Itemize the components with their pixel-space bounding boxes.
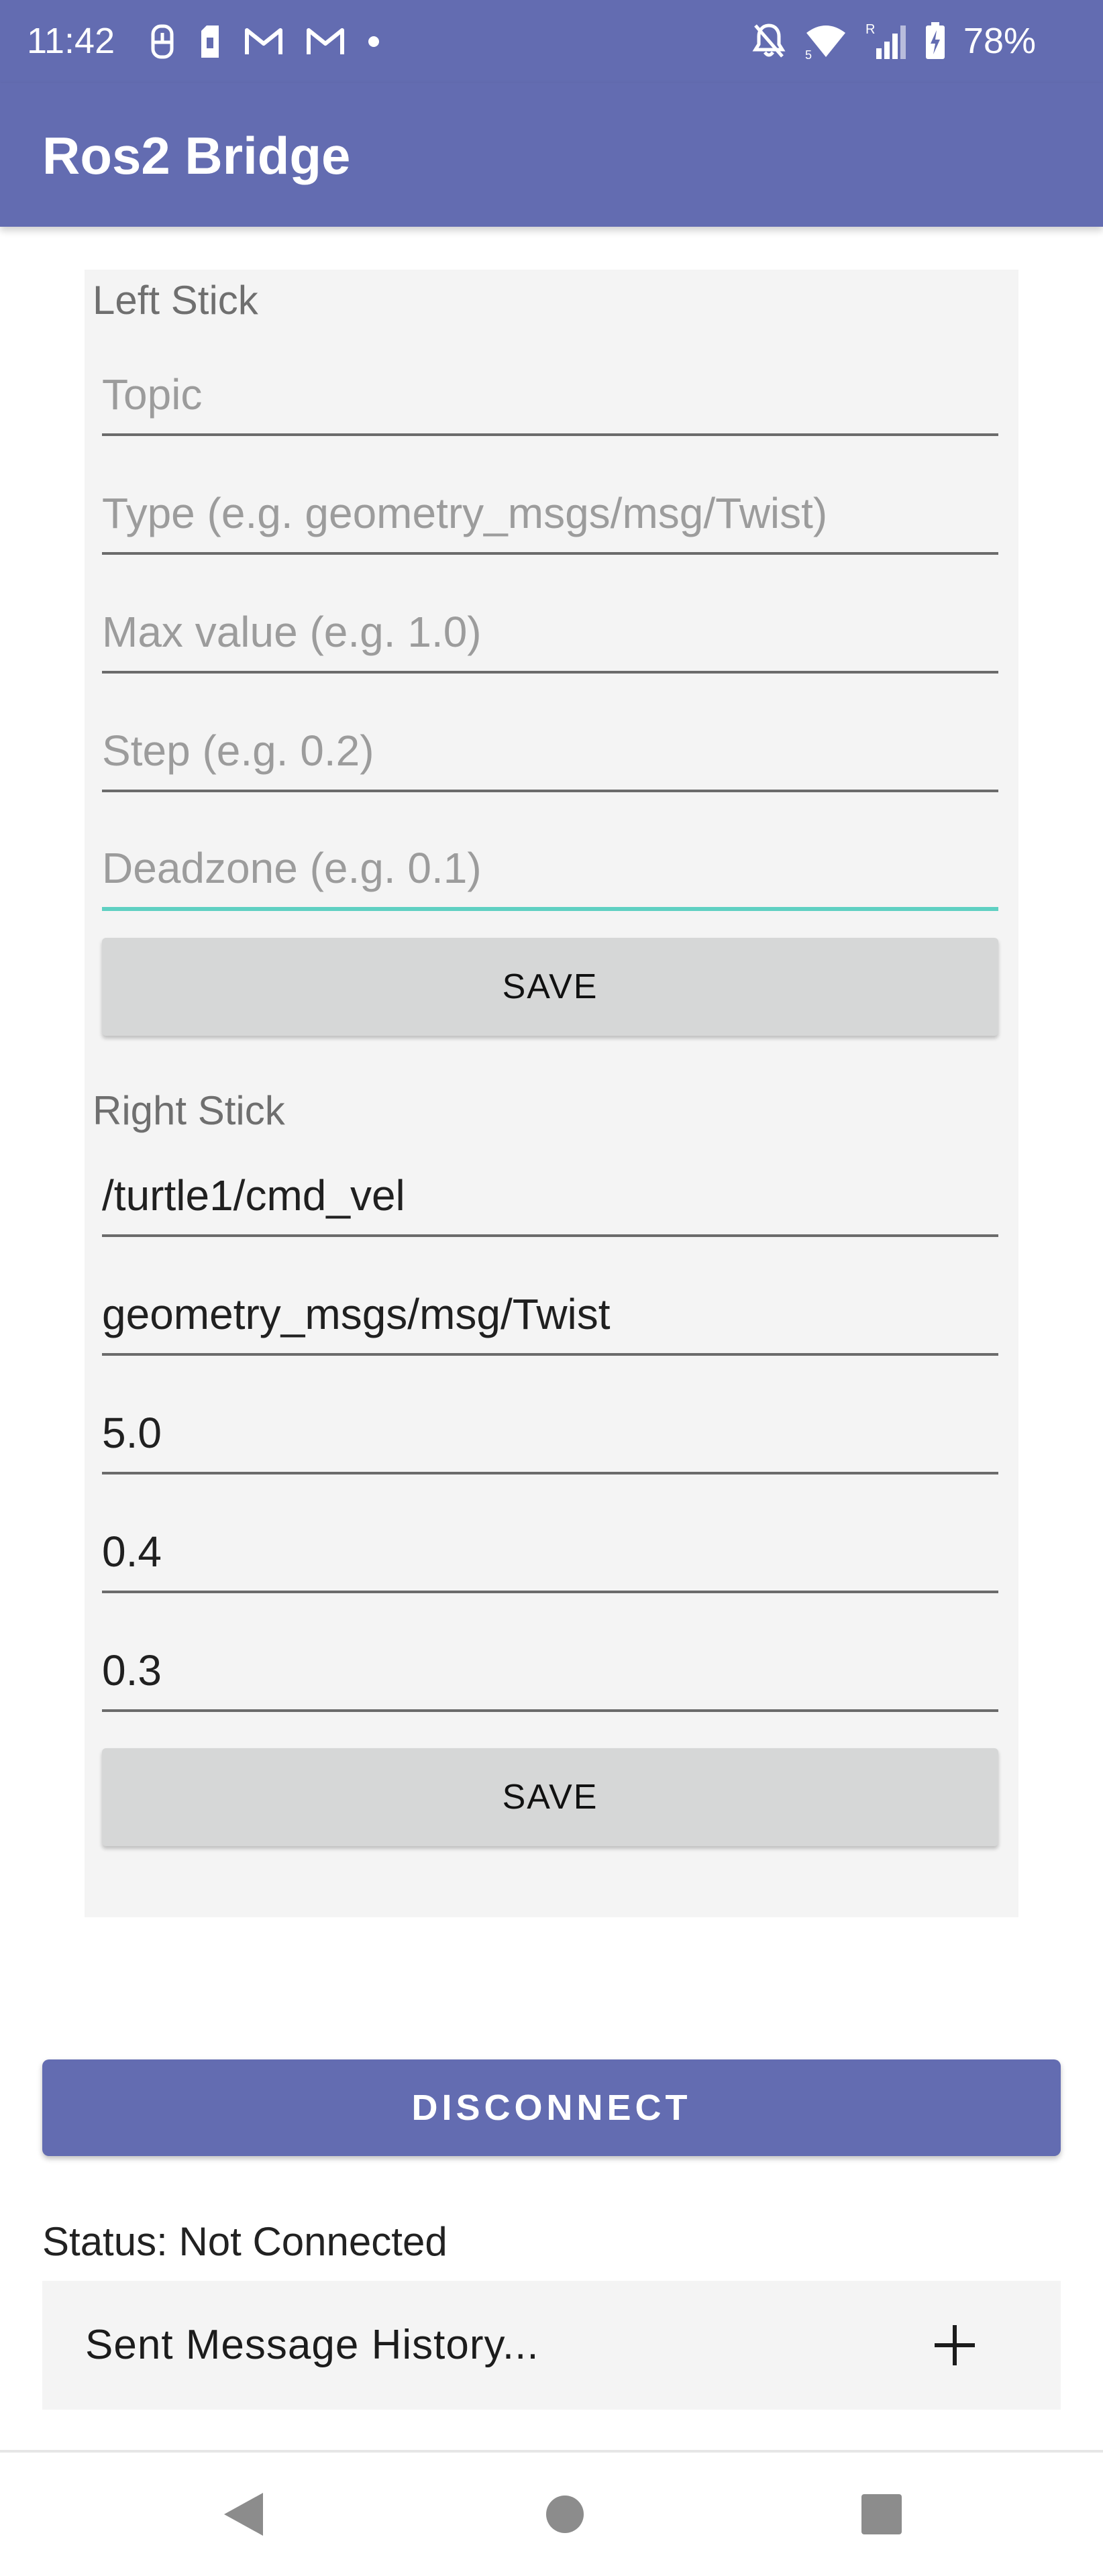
system-nav-bar [0,2450,1103,2576]
usb-icon [151,24,174,59]
right-stick-save-button[interactable]: SAVE [102,1748,998,1846]
svg-text:5: 5 [805,48,812,60]
recents-icon[interactable] [861,2494,902,2534]
right-type-input[interactable]: geometry_msgs/msg/Twist [102,1281,998,1356]
left-type-placeholder: Type (e.g. geometry_msgs/msg/Twist) [102,489,828,537]
left-step-placeholder: Step (e.g. 0.2) [102,727,374,775]
stick-config-panel: Left Stick Topic Type (e.g. geometry_msg… [85,270,1018,1917]
message-history-panel[interactable]: Sent Message History... [42,2281,1061,2410]
wifi-icon: 5 [805,25,845,60]
left-max-value-placeholder: Max value (e.g. 1.0) [102,608,482,656]
home-icon[interactable] [545,2494,585,2534]
left-stick-save-button[interactable]: SAVE [102,938,998,1036]
sim-icon [201,25,219,58]
disconnect-button[interactable]: DISCONNECT [42,2059,1061,2156]
left-max-value-input[interactable]: Max value (e.g. 1.0) [102,598,998,674]
gmail-icon [307,28,344,54]
app-screen: 11:42 5 R 78% Ros2 Bridge Left Stick Top… [0,0,1103,2576]
right-topic-input[interactable]: /turtle1/cmd_vel [102,1162,998,1237]
left-deadzone-placeholder: Deadzone (e.g. 0.1) [102,844,482,892]
left-step-input[interactable]: Step (e.g. 0.2) [102,717,998,792]
status-bar: 11:42 5 R 78% [0,0,1103,83]
left-type-input[interactable]: Type (e.g. geometry_msgs/msg/Twist) [102,480,998,555]
left-stick-label: Left Stick [93,278,258,323]
right-deadzone-input[interactable]: 0.3 [102,1637,998,1712]
right-topic-value: /turtle1/cmd_vel [102,1171,405,1220]
app-title: Ros2 Bridge [42,126,351,185]
status-time: 11:42 [27,21,115,61]
left-topic-input[interactable]: Topic [102,361,998,436]
left-deadzone-input[interactable]: Deadzone (e.g. 0.1) [102,836,998,911]
right-step-input[interactable]: 0.4 [102,1518,998,1593]
right-max-value-input[interactable]: 5.0 [102,1399,998,1474]
battery-percent: 78% [963,21,1036,61]
notifications-off-icon [752,23,786,58]
status-icons-left [149,20,380,63]
right-stick-label: Right Stick [93,1088,285,1133]
right-deadzone-value: 0.3 [102,1646,162,1695]
gmail-icon [245,28,282,54]
connection-status: Status: Not Connected [42,2219,448,2264]
left-topic-placeholder: Topic [102,370,203,419]
plus-icon[interactable] [932,2322,978,2368]
message-history-label: Sent Message History... [85,2322,539,2368]
app-bar: Ros2 Bridge [0,83,1103,227]
right-type-value: geometry_msgs/msg/Twist [102,1290,611,1338]
battery-charging-icon [925,22,945,59]
right-max-value-value: 5.0 [102,1409,162,1457]
status-icons-right: 5 R 78% [751,17,1036,64]
right-step-value: 0.4 [102,1527,162,1576]
svg-text:R: R [865,22,875,37]
back-icon[interactable] [221,2490,266,2538]
cell-signal-icon: R [865,22,906,59]
notification-dot-icon [368,36,379,47]
